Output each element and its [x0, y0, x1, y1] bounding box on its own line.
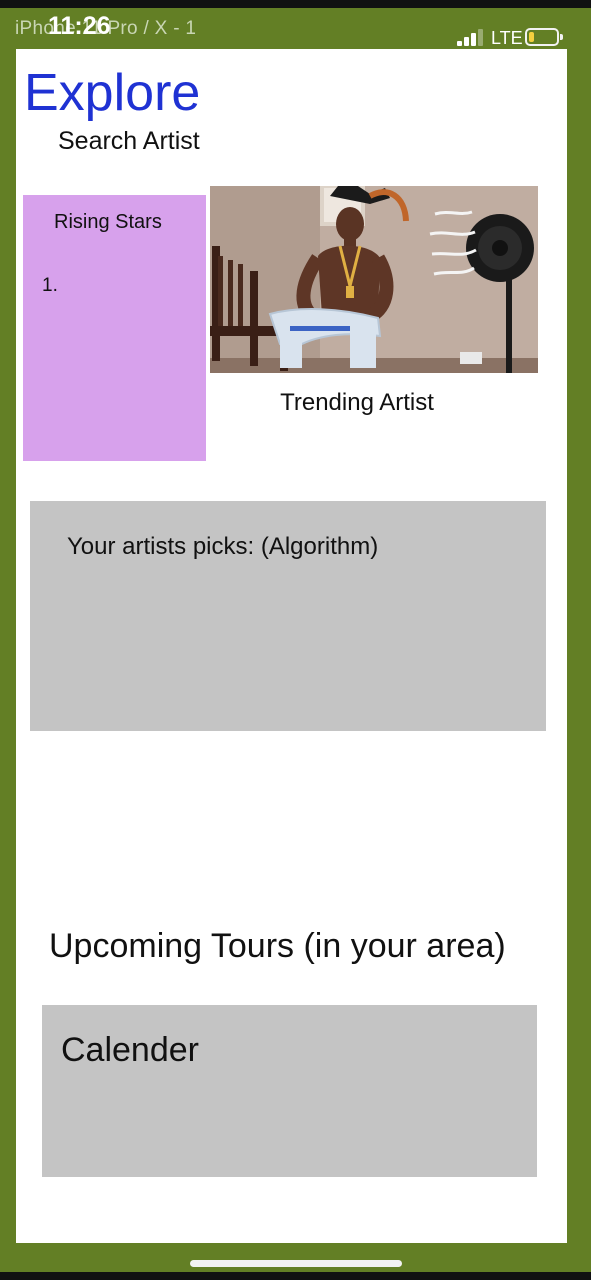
device-bottom-bar — [0, 1272, 591, 1280]
calendar-label: Calender — [61, 1031, 199, 1069]
calendar-panel[interactable]: Calender — [42, 1005, 537, 1177]
trending-artist-label: Trending Artist — [280, 389, 434, 416]
device-top-bar — [0, 0, 591, 8]
upcoming-tours-heading: Upcoming Tours (in your area) — [49, 927, 506, 965]
artist-picks-panel[interactable]: Your artists picks: (Algorithm) — [30, 501, 546, 731]
rising-stars-title: Rising Stars — [54, 211, 162, 233]
explore-screen: Explore Search Artist Rising Stars 1. Tr… — [16, 49, 567, 1243]
network-type: LTE — [491, 28, 523, 48]
signal-icon — [457, 28, 485, 46]
rising-stars-item[interactable]: 1. — [42, 275, 58, 297]
trending-artist-photo[interactable] — [210, 186, 538, 373]
battery-icon — [525, 28, 559, 46]
search-artist-button[interactable]: Search Artist — [58, 127, 200, 156]
artist-picks-label: Your artists picks: (Algorithm) — [67, 533, 379, 560]
status-time: 11:26 — [48, 12, 111, 40]
battery-level — [529, 32, 534, 42]
page-title: Explore — [24, 64, 201, 122]
battery-tip — [560, 34, 563, 40]
rising-stars-panel[interactable]: Rising Stars 1. — [23, 195, 206, 461]
home-indicator[interactable] — [190, 1260, 402, 1267]
